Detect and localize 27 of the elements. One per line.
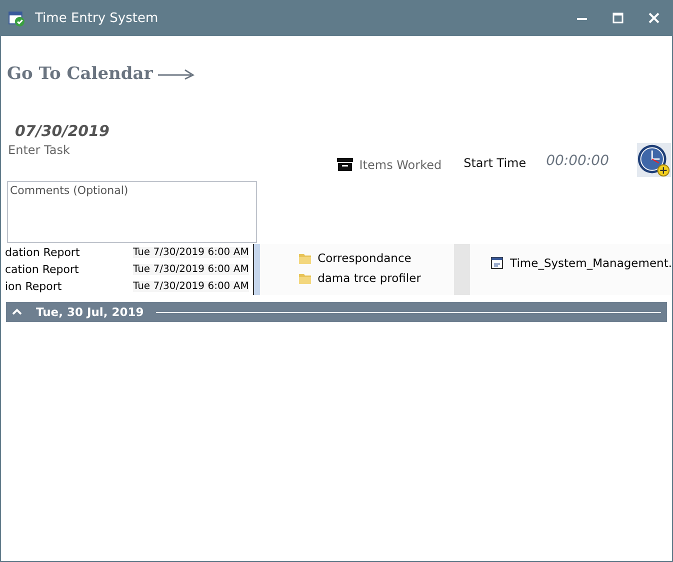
list-cell: Tue 7/30/2019 6:00 AM: [133, 264, 249, 275]
scrollbar[interactable]: [252, 244, 260, 295]
document-icon: [490, 256, 504, 270]
window-title: Time Entry System: [35, 10, 158, 26]
folder-name[interactable]: dama trce profiler: [318, 271, 421, 285]
start-time-value: 00:00:00: [546, 153, 609, 169]
close-icon: [648, 12, 660, 24]
list-cell: Tue 7/30/2019 6:00 AM: [133, 281, 249, 292]
folder-icon: [298, 271, 312, 285]
folder-name[interactable]: Correspondance: [318, 251, 412, 265]
list-cell-text: ion Report: [4, 280, 63, 293]
group-header[interactable]: Tue, 30 Jul, 2019: [6, 302, 667, 322]
calendar-link[interactable]: Go To Calendar: [7, 64, 153, 84]
list-cell-text: dation Report: [4, 246, 81, 259]
folder-icon: [298, 251, 312, 265]
items-worked-label: Items Worked: [359, 158, 442, 172]
start-time-label: Start Time: [464, 156, 526, 170]
caret-icon[interactable]: [12, 308, 22, 316]
arrow-icon: [156, 68, 197, 80]
calendar-check-icon: [8, 10, 25, 26]
clock-add-icon[interactable]: [636, 143, 672, 177]
date-label: 07/30/2019: [15, 122, 110, 140]
list-cell: Tue 7/30/2019 6:00 AM: [133, 247, 249, 258]
comments-field[interactable]: Comments (Optional): [7, 181, 257, 243]
maximize-icon: [612, 12, 624, 24]
file-name[interactable]: Time_System_Management.: [510, 256, 672, 270]
list-cell-text: cation Report: [4, 263, 80, 276]
